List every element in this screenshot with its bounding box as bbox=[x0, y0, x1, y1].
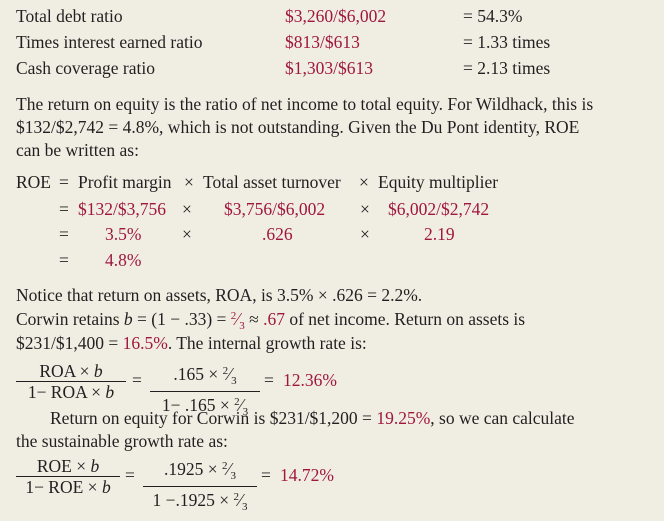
times-sign: × bbox=[360, 199, 370, 219]
text-span: = (1 − .33) = bbox=[132, 309, 231, 329]
text-line: $231/$1,400 = 16.5%. The internal growth… bbox=[16, 333, 367, 354]
fraction-denominator: 1 −.1925 × 2⁄3 bbox=[152, 490, 248, 513]
roa-value: 16.5% bbox=[122, 333, 168, 353]
var-b: b bbox=[105, 382, 115, 402]
dupont-value: .626 bbox=[262, 224, 293, 244]
retention-value: .67 bbox=[263, 309, 285, 329]
equals-sign: = bbox=[261, 465, 271, 485]
frac-num: 2 bbox=[222, 460, 228, 472]
ratio-calc: $813/$613 bbox=[285, 32, 360, 52]
ratio-result: = 1.33 times bbox=[463, 32, 551, 52]
var-b: b bbox=[101, 477, 111, 497]
equals-sign: = bbox=[59, 172, 69, 192]
fraction-two-thirds: 2⁄3 bbox=[230, 309, 245, 332]
frac-den: 3 bbox=[231, 375, 237, 387]
times-sign: × bbox=[182, 199, 192, 219]
times-sign: × bbox=[184, 172, 194, 192]
frac-den: 3 bbox=[241, 501, 248, 513]
text-line: The return on equity is the ratio of net… bbox=[16, 94, 594, 114]
times-sign: × bbox=[360, 224, 370, 244]
roe-value: 19.25% bbox=[376, 408, 431, 428]
text-span: Return on equity for Corwin is $231/$1,2… bbox=[50, 408, 377, 428]
equals-sign: = bbox=[264, 370, 274, 390]
equals-sign: = bbox=[125, 465, 135, 485]
text-line: Return on equity for Corwin is $231/$1,2… bbox=[50, 408, 575, 429]
text-span: , so we can calculate bbox=[430, 408, 575, 428]
times-sign: × bbox=[359, 172, 369, 192]
dupont-value: 3.5% bbox=[105, 224, 142, 244]
igr-fraction-symbolic: ROA × b 1− ROA × b bbox=[16, 361, 126, 402]
times-sign: × bbox=[182, 224, 192, 244]
text-line: the sustainable growth rate as: bbox=[16, 431, 228, 451]
fraction-denominator: 1− ROA × b bbox=[16, 382, 126, 402]
equals-sign: = bbox=[59, 224, 69, 244]
ratio-calc: $3,260/$6,002 bbox=[285, 6, 387, 26]
dupont-lhs: ROE bbox=[16, 172, 51, 192]
equals-sign: = bbox=[59, 250, 69, 270]
fraction-denominator: 1− ROE × b bbox=[16, 477, 120, 497]
var-b: b bbox=[123, 309, 133, 329]
frac-num: 2 bbox=[233, 491, 240, 503]
fraction-numerator: ROE × b bbox=[16, 456, 120, 477]
dupont-value: $132/$3,756 bbox=[78, 199, 166, 219]
frac-den: 3 bbox=[230, 470, 236, 482]
text-span: 1− ROE × bbox=[25, 477, 102, 497]
ratio-label: Cash coverage ratio bbox=[16, 58, 155, 78]
dupont-result: 4.8% bbox=[105, 250, 142, 270]
fraction-numerator: .165 × 2⁄3 bbox=[150, 361, 260, 392]
text-span: Corwin retains bbox=[16, 309, 124, 329]
frac-num: 2 bbox=[234, 396, 240, 408]
dupont-term: Equity multiplier bbox=[378, 172, 499, 192]
dupont-value: $6,002/$2,742 bbox=[388, 199, 490, 219]
dupont-value: $3,756/$6,002 bbox=[224, 199, 326, 219]
sgr-fraction-numeric: .1925 × 2⁄3 1 −.1925 × 2⁄3 bbox=[143, 456, 257, 517]
text-line: can be written as: bbox=[16, 140, 139, 160]
var-b: b bbox=[90, 456, 100, 476]
text-span: . The internal growth rate is: bbox=[167, 333, 367, 353]
sgr-fraction-symbolic: ROE × b 1− ROE × b bbox=[16, 456, 120, 497]
equals-sign: = bbox=[59, 199, 69, 219]
text-span: .165 × bbox=[173, 364, 223, 384]
var-b: b bbox=[93, 361, 103, 381]
sgr-result: 14.72% bbox=[280, 465, 334, 485]
text-span: .1925 × bbox=[164, 459, 223, 479]
text-span: 1 −.1925 × bbox=[152, 490, 234, 510]
text-span: ≈ bbox=[244, 309, 264, 329]
text-span: ROE × bbox=[36, 456, 91, 476]
fraction-numerator: .1925 × 2⁄3 bbox=[143, 456, 257, 487]
text-line: $132/$2,742 = 4.8%, which is not outstan… bbox=[16, 117, 580, 137]
frac-num: 2 bbox=[222, 365, 229, 377]
ratio-label: Times interest earned ratio bbox=[16, 32, 203, 52]
dupont-value: 2.19 bbox=[424, 224, 455, 244]
ratio-result: = 54.3% bbox=[463, 6, 523, 26]
text-span: 1− ROA × bbox=[27, 382, 106, 402]
igr-result: 12.36% bbox=[283, 370, 337, 390]
text-line: Notice that return on assets, ROA, is 3.… bbox=[16, 285, 423, 305]
dupont-term: Profit margin bbox=[78, 172, 172, 192]
equals-sign: = bbox=[132, 370, 142, 390]
dupont-term: Total asset turnover bbox=[203, 172, 341, 192]
fraction-numerator: ROA × b bbox=[16, 361, 126, 382]
text-line: Corwin retains b = (1 − .33) = 2⁄3 ≈ .67… bbox=[16, 309, 525, 332]
frac-num: 2 bbox=[230, 310, 237, 322]
ratio-result: = 2.13 times bbox=[463, 58, 551, 78]
text-span: ROA × bbox=[39, 361, 94, 381]
ratio-label: Total debt ratio bbox=[16, 6, 123, 26]
ratio-calc: $1,303/$613 bbox=[285, 58, 373, 78]
text-span: $231/$1,400 = bbox=[16, 333, 123, 353]
text-span: of net income. Return on assets is bbox=[284, 309, 526, 329]
